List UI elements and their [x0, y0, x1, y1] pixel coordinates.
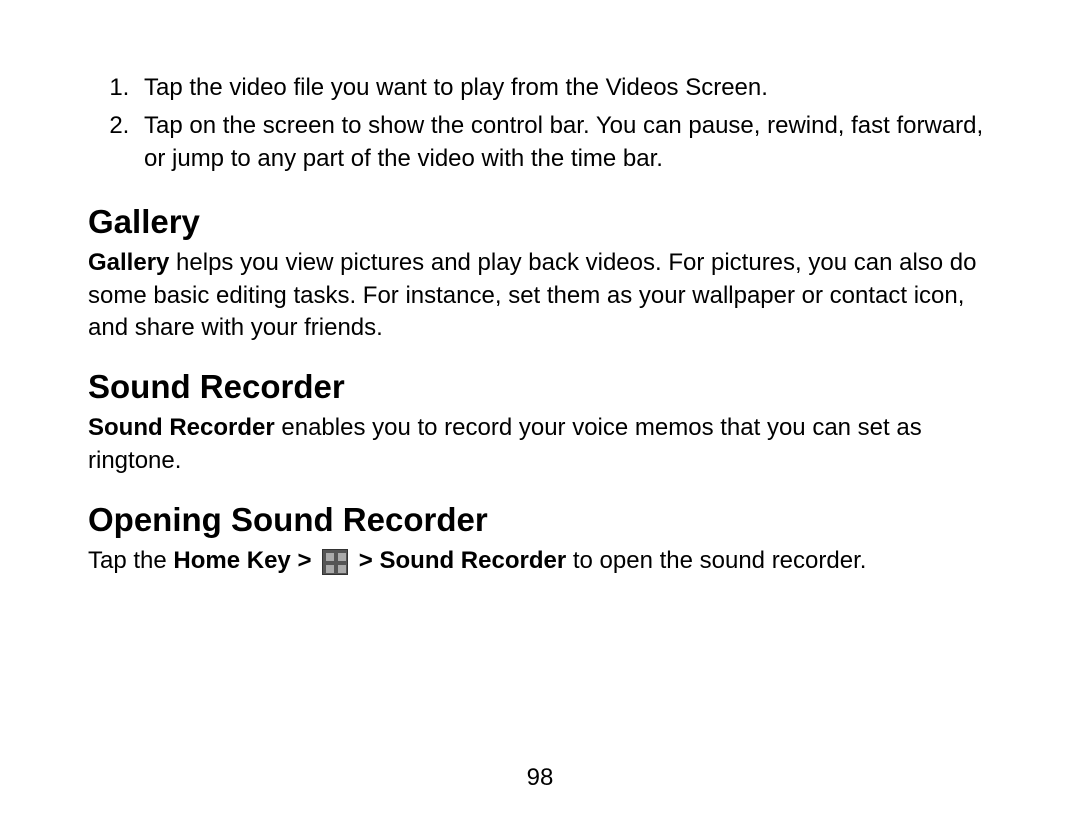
list-item: Tap the video file you want to play from… [136, 72, 992, 104]
opening-pre-text: Tap the [88, 547, 173, 574]
sound-recorder-heading: Sound Recorder [88, 368, 992, 406]
opening-post-icon: > Sound Recorder [352, 547, 566, 574]
instruction-list: Tap the video file you want to play from… [88, 72, 992, 175]
sound-recorder-bold-lead: Sound Recorder [88, 414, 275, 441]
gallery-bold-lead: Gallery [88, 249, 169, 276]
page-content: Tap the video file you want to play from… [88, 72, 992, 578]
page-number: 98 [0, 764, 1080, 792]
gallery-heading: Gallery [88, 203, 992, 241]
gallery-paragraph: Gallery helps you view pictures and play… [88, 247, 992, 344]
opening-sound-recorder-heading: Opening Sound Recorder [88, 501, 992, 539]
sound-recorder-paragraph: Sound Recorder enables you to record you… [88, 412, 992, 477]
opening-paragraph: Tap the Home Key > > Sound Recorder to o… [88, 545, 992, 577]
gallery-body: helps you view pictures and play back vi… [88, 249, 976, 341]
opening-home-key: Home Key > [173, 547, 318, 574]
apps-grid-icon [322, 549, 348, 575]
opening-tail: to open the sound recorder. [566, 547, 866, 574]
list-item: Tap on the screen to show the control ba… [136, 110, 992, 175]
